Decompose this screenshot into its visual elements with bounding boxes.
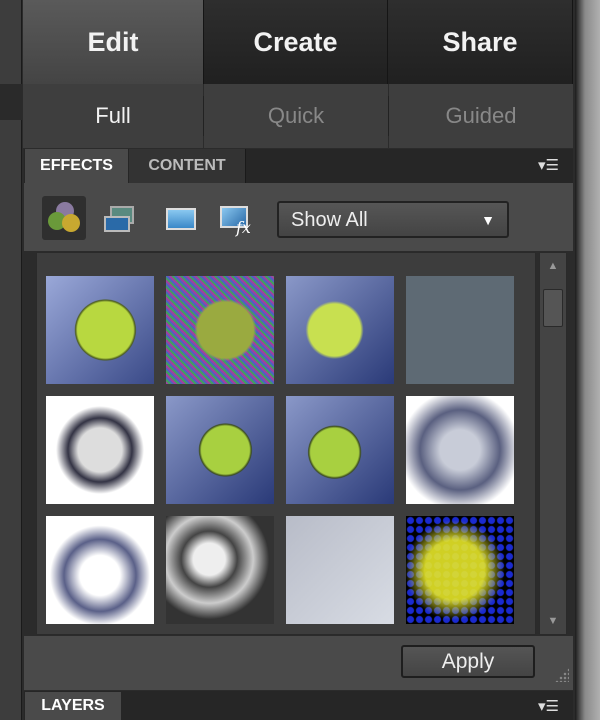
- effect-thumb[interactable]: [46, 396, 154, 504]
- panel-menu-icon[interactable]: ▾☰: [538, 156, 559, 174]
- filter-selected: Show All: [291, 209, 368, 231]
- effect-thumb[interactable]: [46, 516, 154, 624]
- photo-effects-icon[interactable]: [158, 196, 202, 240]
- effect-thumb[interactable]: [286, 276, 394, 384]
- effect-thumb[interactable]: [406, 516, 514, 624]
- effect-thumb[interactable]: [166, 516, 274, 624]
- mode-quick[interactable]: Quick: [204, 84, 388, 148]
- tab-content[interactable]: CONTENT: [129, 149, 246, 183]
- effects-filter-dropdown[interactable]: Show All ▼: [277, 201, 509, 238]
- tab-edit[interactable]: Edit: [23, 0, 204, 84]
- effect-thumb[interactable]: [166, 276, 274, 384]
- effect-thumb[interactable]: [286, 396, 394, 504]
- tab-layers[interactable]: LAYERS: [25, 692, 121, 720]
- filters-icon[interactable]: [42, 196, 86, 240]
- chevron-down-icon: ▼: [481, 212, 495, 228]
- tab-share[interactable]: Share: [388, 0, 573, 84]
- left-panel-edge: [0, 0, 22, 720]
- scroll-thumb[interactable]: [543, 289, 563, 327]
- layers-menu-icon[interactable]: ▾☰: [538, 697, 559, 715]
- scroll-down-icon[interactable]: ▼: [542, 610, 564, 632]
- scroll-up-icon[interactable]: ▲: [542, 255, 564, 277]
- apply-button[interactable]: Apply: [401, 645, 535, 678]
- tab-effects[interactable]: EFFECTS: [25, 149, 128, 183]
- mode-guided[interactable]: Guided: [389, 84, 573, 148]
- tab-create[interactable]: Create: [204, 0, 388, 84]
- effect-thumb[interactable]: [406, 276, 514, 384]
- scrollbar[interactable]: ▲ ▼: [539, 252, 567, 635]
- effect-thumb[interactable]: [46, 276, 154, 384]
- effect-thumb[interactable]: [286, 516, 394, 624]
- layer-styles-icon[interactable]: [100, 196, 144, 240]
- effect-thumb[interactable]: [166, 396, 274, 504]
- mode-full[interactable]: Full: [23, 84, 203, 148]
- window-edge: [575, 0, 600, 720]
- effect-thumb[interactable]: [406, 396, 514, 504]
- all-effects-icon[interactable]: fx: [214, 196, 258, 240]
